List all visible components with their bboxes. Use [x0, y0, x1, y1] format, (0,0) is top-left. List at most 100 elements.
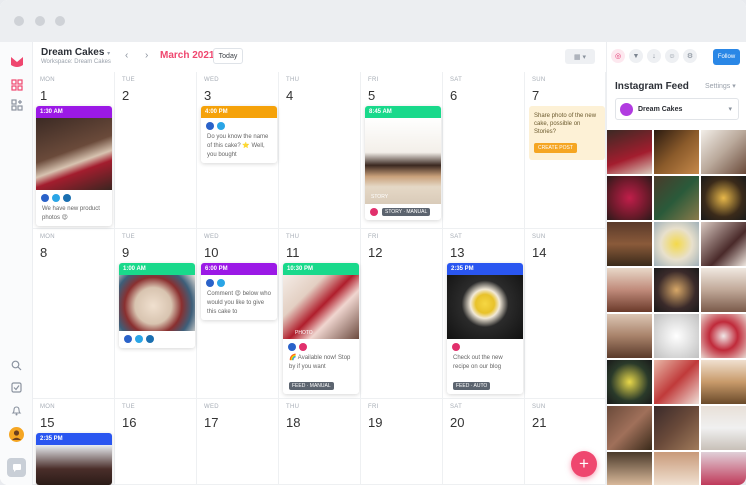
- today-button[interactable]: Today: [213, 48, 243, 64]
- weekday-label: MON: [40, 77, 55, 83]
- feed-tile[interactable]: [654, 452, 699, 485]
- checklist-icon[interactable]: [8, 379, 25, 396]
- feed-tile[interactable]: [654, 176, 699, 220]
- day-cell[interactable]: SUN 14: [525, 229, 606, 399]
- feed-tile[interactable]: [654, 360, 699, 404]
- account-selector[interactable]: Dream Cakes ▾: [615, 98, 739, 120]
- feed-tile[interactable]: [701, 176, 746, 220]
- workspace-subtitle: Workspace: Dream Cakes: [41, 59, 111, 65]
- day-number: 9: [122, 245, 130, 260]
- download-icon[interactable]: ↓: [647, 49, 661, 63]
- day-cell[interactable]: WED 17: [197, 399, 279, 485]
- day-cell[interactable]: MON 8: [33, 229, 115, 399]
- post-card[interactable]: 1:00 AM: [119, 263, 195, 348]
- feed-tile[interactable]: [607, 452, 652, 485]
- current-month[interactable]: March 2021: [160, 50, 214, 61]
- facebook-icon: [206, 279, 214, 287]
- post-card[interactable]: 6:00 PM Comment 😍 below who would you li…: [201, 263, 277, 320]
- plus-icon: +: [579, 454, 589, 473]
- feed-tile[interactable]: [607, 314, 652, 358]
- grid-icon: ▦ ▾: [573, 53, 587, 61]
- post-card[interactable]: 2:35 PM: [36, 433, 112, 485]
- logo-icon[interactable]: [8, 52, 25, 69]
- day-cell[interactable]: THU 4: [279, 72, 361, 229]
- workspace-title[interactable]: Dream Cakes ▾: [41, 47, 110, 58]
- feed-tile[interactable]: [701, 268, 746, 312]
- feed-tile[interactable]: [607, 222, 652, 266]
- post-caption: Do you know the name of this cake? ⭐ Wel…: [207, 134, 269, 158]
- instagram-icon[interactable]: ◎: [611, 49, 625, 63]
- day-number: 13: [450, 245, 465, 260]
- feed-tile[interactable]: [701, 314, 746, 358]
- post-photo: PHOTO: [283, 275, 359, 339]
- feed-tile[interactable]: [654, 406, 699, 450]
- feed-tile[interactable]: [607, 268, 652, 312]
- story-label: STORY: [371, 194, 389, 200]
- day-cell[interactable]: SAT 20: [443, 399, 525, 485]
- next-month-icon[interactable]: ›: [145, 50, 148, 61]
- weekday-label: THU: [286, 234, 300, 240]
- day-number: 15: [40, 415, 55, 430]
- feed-tile[interactable]: [607, 130, 652, 174]
- note-text: Share photo of the new cake, possible on…: [534, 113, 597, 135]
- gear-icon[interactable]: ⚙: [683, 49, 697, 63]
- calendar-grid: MON 1 TUE 2 WED 3 THU 4 FRI 5 SAT 6 SUN 7 MON 8 …: [33, 72, 606, 485]
- create-post-button[interactable]: CREATE POST: [534, 143, 577, 153]
- weekday-label: SUN: [532, 77, 546, 83]
- day-cell[interactable]: TUE 2: [115, 72, 197, 229]
- weekday-label: SUN: [532, 234, 546, 240]
- feed-tile[interactable]: [654, 130, 699, 174]
- post-type-badge: FEED · AUTO: [453, 382, 491, 390]
- feed-tile[interactable]: [607, 176, 652, 220]
- window-dot[interactable]: [55, 16, 65, 26]
- feed-tile[interactable]: [701, 222, 746, 266]
- post-card[interactable]: 1:30 AM We have new product photos 😍: [36, 106, 112, 226]
- chevron-down-icon: ▾: [732, 83, 736, 90]
- feed-tile[interactable]: [701, 130, 746, 174]
- day-cell[interactable]: THU 18: [279, 399, 361, 485]
- calendar-grid-icon[interactable]: [8, 76, 25, 93]
- feed-tile[interactable]: [607, 406, 652, 450]
- linkedin-icon: [146, 335, 154, 343]
- day-cell[interactable]: FRI 12: [361, 229, 443, 399]
- emoji-icon[interactable]: ☺: [665, 49, 679, 63]
- post-card[interactable]: 10:30 PM PHOTO 🌈 Available now! Stop by …: [283, 263, 359, 394]
- settings-link[interactable]: Settings ▾: [705, 82, 736, 90]
- feed-tile[interactable]: [607, 360, 652, 404]
- post-type-badge: STORY · MANUAL: [382, 208, 431, 216]
- avatar[interactable]: [8, 426, 25, 443]
- social-icons: [119, 331, 195, 348]
- day-number: 11: [286, 245, 300, 260]
- title-bar: [0, 0, 746, 42]
- day-cell[interactable]: FRI 19: [361, 399, 443, 485]
- search-icon[interactable]: [8, 357, 25, 374]
- feed-tile[interactable]: [701, 406, 746, 450]
- feed-tile[interactable]: [654, 314, 699, 358]
- prev-month-icon[interactable]: ‹: [125, 50, 128, 61]
- post-card[interactable]: 2:35 PM Check out the new recipe on our …: [447, 263, 523, 394]
- window-dot[interactable]: [14, 16, 24, 26]
- feed-tile[interactable]: [701, 452, 746, 485]
- post-card[interactable]: 4:00 PM Do you know the name of this cak…: [201, 106, 277, 163]
- post-card[interactable]: 8:45 AM STORY STORY · MANUAL: [365, 106, 441, 220]
- day-number: 3: [204, 88, 212, 103]
- follow-button[interactable]: Follow: [713, 49, 740, 65]
- add-widget-icon[interactable]: [8, 96, 25, 113]
- note-card[interactable]: Share photo of the new cake, possible on…: [529, 106, 605, 160]
- filter-icon[interactable]: ▼: [629, 49, 643, 63]
- chat-icon[interactable]: [7, 458, 26, 477]
- bell-icon[interactable]: [8, 402, 25, 419]
- post-photo: STORY: [365, 118, 441, 204]
- feed-tile[interactable]: [654, 268, 699, 312]
- add-post-button[interactable]: +: [571, 451, 597, 477]
- feed-tile[interactable]: [654, 222, 699, 266]
- window-dot[interactable]: [35, 16, 45, 26]
- day-number: 6: [450, 88, 458, 103]
- day-cell[interactable]: SAT 6: [443, 72, 525, 229]
- view-toggle[interactable]: ▦ ▾: [565, 49, 595, 64]
- post-type-badge: FEED · MANUAL: [289, 382, 334, 390]
- instagram-icon: [370, 208, 378, 216]
- feed-tile[interactable]: [701, 360, 746, 404]
- weekday-label: SAT: [450, 234, 463, 240]
- day-cell[interactable]: TUE 16: [115, 399, 197, 485]
